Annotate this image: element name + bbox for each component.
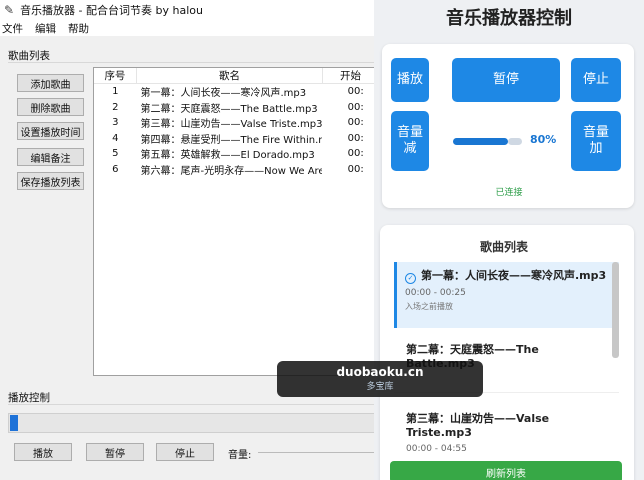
column-header-number[interactable]: 序号: [94, 68, 137, 83]
panel-volume-percent: 80%: [530, 133, 557, 146]
table-row[interactable]: 3 第三幕：山崖劝告——Valse Triste.mp3 00:: [94, 115, 379, 131]
table-header: 序号 歌名 开始: [94, 68, 379, 84]
table-row[interactable]: 1 第一幕：人间长夜——寒冷风声.mp3 00:: [94, 84, 379, 100]
menu-file[interactable]: 文件: [2, 21, 23, 36]
feather-icon: ✎: [4, 3, 15, 17]
row-title: 第一幕：人间长夜——寒冷风声.mp3: [140, 88, 307, 100]
song-time: 00:00 - 00:25: [405, 288, 466, 298]
stop-button[interactable]: 停止: [156, 443, 214, 461]
panel-volume-bar-rest: [508, 138, 522, 145]
song-list-scrollbar[interactable]: [612, 262, 619, 358]
refresh-list-button[interactable]: 刷新列表: [390, 461, 622, 480]
panel-volume-up-button[interactable]: 音量加: [571, 111, 621, 171]
watermark-line1: duobaoku.cn: [336, 365, 424, 379]
controls-card: 播放 暂停 停止 音量减 音量加: [382, 44, 634, 208]
row-number: 3: [112, 117, 119, 129]
song-item[interactable]: 第三幕：山崖劝告——Valse Triste.mp3 00:00 - 04:55: [394, 412, 619, 458]
add-song-button[interactable]: 添加歌曲: [17, 74, 84, 92]
row-start: 00:: [347, 86, 364, 98]
playlist-group-label: 歌曲列表: [8, 50, 50, 62]
row-number: 2: [112, 101, 119, 113]
panel-pause-button[interactable]: 暂停: [452, 58, 560, 102]
playlist-table[interactable]: 序号 歌名 开始 1 第一幕：人间长夜——寒冷风声.mp3 00: 2 第二幕：…: [93, 67, 380, 376]
delete-song-button[interactable]: 删除歌曲: [17, 98, 84, 116]
play-button[interactable]: 播放: [14, 443, 72, 461]
song-note: 入场之前播放: [405, 302, 453, 311]
song-name-text: 第一幕：人间长夜——寒冷风声.mp3: [421, 269, 607, 282]
menu-bar: 文件 编辑 帮助: [0, 20, 380, 36]
row-start: 00:: [347, 148, 364, 160]
save-playlist-button[interactable]: 保存播放列表: [17, 172, 84, 190]
window-title: 音乐播放器 - 配合台词节奏 by halou: [20, 4, 203, 17]
playback-group-label: 播放控制: [8, 392, 50, 404]
remote-control-panel: 音乐播放器控制 播放 暂停 停止 音量减 音量加 80% 已连接 歌曲列表 ✓ 第…: [374, 0, 644, 480]
table-row[interactable]: 2 第二幕：天庭震怒——The Battle.mp3 00:: [94, 100, 379, 116]
title-bar: ✎ 音乐播放器 - 配合台词节奏 by halou: [0, 0, 380, 20]
edit-note-button[interactable]: 编辑备注: [17, 148, 84, 166]
row-start: 00:: [347, 101, 364, 113]
watermark: duobaoku.cn 多宝库: [277, 361, 483, 397]
connection-status: 已连接: [495, 188, 523, 198]
row-number: 1: [112, 86, 119, 98]
playlist-group-divider: [8, 62, 380, 63]
row-start: 00:: [347, 163, 364, 175]
playback-group-divider: [8, 404, 380, 405]
table-row[interactable]: 4 第四幕：悬崖受刑——The Fire Within.mp3 00:: [94, 131, 379, 147]
menu-edit[interactable]: 编辑: [35, 21, 56, 36]
row-title: 第四幕：悬崖受刑——The Fire Within.mp3: [140, 134, 322, 146]
panel-play-button[interactable]: 播放: [391, 58, 429, 102]
panel-volume-bar-fill: [453, 138, 508, 145]
song-list-title: 歌曲列表: [479, 240, 528, 254]
row-start: 00:: [347, 117, 364, 129]
row-start: 00:: [347, 132, 364, 144]
song-name: ✓ 第一幕：人间长夜——寒冷风声.mp3: [405, 269, 609, 284]
panel-stop-button[interactable]: 停止: [571, 58, 621, 102]
column-header-start[interactable]: 开始: [323, 68, 379, 83]
volume-label: 音量:: [228, 450, 252, 461]
watermark-line2: 多宝库: [366, 382, 394, 392]
progress-slider-thumb[interactable]: [10, 415, 18, 431]
panel-volume-down-button[interactable]: 音量减: [391, 111, 429, 171]
row-title: 第三幕：山崖劝告——Valse Triste.mp3: [140, 119, 322, 131]
set-play-time-button[interactable]: 设置播放时间: [17, 122, 84, 140]
table-row[interactable]: 5 第五幕：英雄解救——El Dorado.mp3 00:: [94, 146, 379, 162]
progress-slider[interactable]: [8, 413, 380, 433]
row-title: 第二幕：天庭震怒——The Battle.mp3: [140, 103, 318, 115]
menu-help[interactable]: 帮助: [68, 21, 89, 36]
column-header-title[interactable]: 歌名: [137, 68, 324, 83]
volume-slider[interactable]: [258, 452, 380, 453]
row-title: 第六幕：尾声-光明永存——Now We Are Fre: [140, 165, 322, 177]
table-row[interactable]: 6 第六幕：尾声-光明永存——Now We Are Fre 00:: [94, 162, 379, 178]
row-number: 4: [112, 132, 119, 144]
panel-title: 音乐播放器控制: [446, 8, 572, 29]
song-time: 00:00 - 04:55: [406, 444, 467, 454]
check-circle-icon: ✓: [405, 273, 416, 284]
pause-button[interactable]: 暂停: [86, 443, 144, 461]
row-number: 6: [112, 163, 119, 175]
song-item-active[interactable]: ✓ 第一幕：人间长夜——寒冷风声.mp3 00:00 - 00:25 入场之前播放: [394, 262, 619, 328]
row-title: 第五幕：英雄解救——El Dorado.mp3: [140, 150, 315, 162]
row-number: 5: [112, 148, 119, 160]
desktop-player-window: ✎ 音乐播放器 - 配合台词节奏 by halou 文件 编辑 帮助 歌曲列表 …: [0, 0, 380, 480]
song-name: 第三幕：山崖劝告——Valse Triste.mp3: [406, 412, 550, 439]
